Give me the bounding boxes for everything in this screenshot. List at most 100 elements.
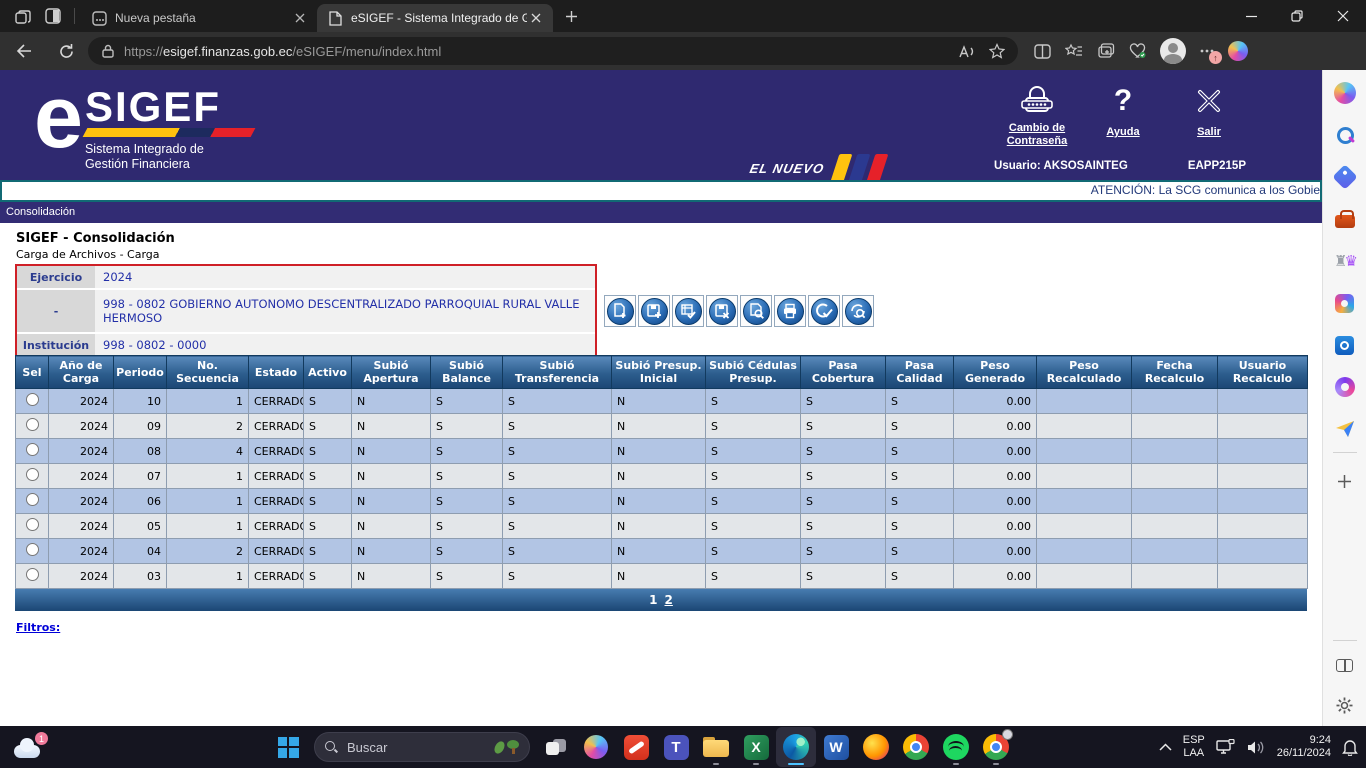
browser-tab-new[interactable]: Nueva pestaña: [81, 4, 317, 32]
games-icon[interactable]: ♜♛: [1330, 246, 1360, 276]
table-cell: 1: [166, 513, 249, 539]
search-icon[interactable]: [1330, 120, 1360, 150]
table-cell: S: [502, 513, 612, 539]
network-icon[interactable]: [1216, 738, 1236, 756]
table-cell: S: [705, 438, 801, 464]
pdf-app-icon[interactable]: [616, 727, 656, 767]
split-screen-icon[interactable]: [1026, 36, 1058, 66]
word-icon[interactable]: W: [816, 727, 856, 767]
validate-record-button[interactable]: [672, 295, 704, 327]
excel-icon[interactable]: X: [736, 727, 776, 767]
browser-essentials-icon[interactable]: [1122, 36, 1154, 66]
filters-link[interactable]: Filtros:: [16, 621, 60, 634]
browser-tab-esigef[interactable]: eSIGEF - Sistema Integrado de G: [317, 4, 553, 32]
restore-button[interactable]: [1274, 0, 1320, 32]
address-bar[interactable]: https://esigef.finanzas.gob.ec/eSIGEF/me…: [88, 37, 1018, 65]
taskbar-search[interactable]: Buscar: [314, 732, 530, 762]
table-cell: S: [303, 463, 352, 489]
favorite-star-icon[interactable]: [982, 38, 1012, 64]
teams-icon[interactable]: T: [656, 727, 696, 767]
esigef-logo: e SIGEF Sistema Integrado de Gestión Fin…: [34, 73, 256, 172]
designer-icon[interactable]: [1330, 372, 1360, 402]
row-select-radio[interactable]: [25, 443, 39, 456]
column-header: Subió Transferencia: [502, 355, 612, 389]
table-body: 2024 10 1 CERRADO S N S S N S S S 0.00 2024 09 2 CERRADO…: [15, 388, 1308, 589]
row-select-cell: [15, 538, 49, 564]
row-select-radio[interactable]: [25, 393, 39, 406]
row-select-cell: [15, 388, 49, 414]
save-record-button[interactable]: [638, 295, 670, 327]
edge-icon[interactable]: [776, 727, 816, 767]
chrome-icon[interactable]: [896, 727, 936, 767]
delete-record-button[interactable]: [706, 295, 738, 327]
chrome-profile-icon[interactable]: [976, 727, 1016, 767]
favorites-list-icon[interactable]: [1058, 36, 1090, 66]
workspaces-icon[interactable]: [8, 3, 38, 29]
drop-icon[interactable]: [1330, 414, 1360, 444]
approve-button[interactable]: [808, 295, 840, 327]
row-select-radio[interactable]: [25, 543, 39, 556]
row-select-radio[interactable]: [25, 418, 39, 431]
copilot-icon[interactable]: [576, 727, 616, 767]
copilot-icon[interactable]: [1330, 78, 1360, 108]
menu-item-consolidacion[interactable]: Consolidación: [6, 206, 75, 218]
row-select-cell: [15, 563, 49, 589]
help-link[interactable]: ? Ayuda: [1080, 80, 1166, 149]
language-indicator[interactable]: ESP LAA: [1183, 734, 1205, 760]
start-button[interactable]: [268, 727, 308, 767]
toolbox-icon[interactable]: [1330, 204, 1360, 234]
view-record-button[interactable]: [740, 295, 772, 327]
split-screen-icon[interactable]: [1330, 650, 1360, 680]
table-cell: S: [502, 463, 612, 489]
notification-bell-icon[interactable]: [1342, 739, 1358, 756]
profile-avatar[interactable]: [1160, 38, 1186, 64]
table-cell: 2024: [48, 438, 114, 464]
exit-link[interactable]: Salir: [1166, 80, 1252, 149]
minimize-button[interactable]: [1228, 0, 1274, 32]
row-select-radio[interactable]: [25, 468, 39, 481]
tab-close-icon[interactable]: [527, 9, 545, 27]
clock[interactable]: 9:24 26/11/2024: [1277, 734, 1331, 760]
firefox-icon[interactable]: [856, 727, 896, 767]
row-select-radio[interactable]: [25, 493, 39, 506]
tab-actions-icon[interactable]: [38, 3, 68, 29]
tab-close-icon[interactable]: [291, 9, 309, 27]
collections-icon[interactable]: [1090, 36, 1122, 66]
task-view-icon[interactable]: [536, 727, 576, 767]
close-button[interactable]: [1320, 0, 1366, 32]
refresh-icon[interactable]: [50, 36, 82, 66]
copilot-icon[interactable]: [1222, 36, 1254, 66]
weather-icon[interactable]: 1: [14, 732, 48, 760]
page-number-link[interactable]: 2: [665, 593, 673, 607]
recalculate-button[interactable]: [842, 295, 874, 327]
page-number-current[interactable]: 1: [649, 593, 657, 607]
back-icon[interactable]: [8, 36, 40, 66]
spotify-icon[interactable]: [936, 727, 976, 767]
row-select-radio[interactable]: [25, 518, 39, 531]
table-cell: [1131, 488, 1218, 514]
new-record-button[interactable]: [604, 295, 636, 327]
save-record-icon: [640, 297, 668, 325]
main-area: e SIGEF Sistema Integrado de Gestión Fin…: [0, 70, 1366, 726]
new-tab-button[interactable]: [557, 2, 585, 30]
site-header: e SIGEF Sistema Integrado de Gestión Fin…: [0, 70, 1322, 180]
table-cell: S: [705, 488, 801, 514]
lock-icon[interactable]: [100, 44, 116, 58]
shopping-tag-icon[interactable]: [1330, 162, 1360, 192]
settings-gear-icon[interactable]: [1330, 690, 1360, 720]
table-cell: 2024: [48, 488, 114, 514]
more-menu-icon[interactable]: ↑: [1192, 38, 1222, 64]
row-select-radio[interactable]: [25, 568, 39, 581]
change-password-link[interactable]: Cambio de Contraseña: [994, 80, 1080, 149]
m365-icon[interactable]: [1330, 288, 1360, 318]
table-cell: S: [705, 563, 801, 589]
file-explorer-icon[interactable]: [696, 727, 736, 767]
outlook-icon[interactable]: [1330, 330, 1360, 360]
read-aloud-icon[interactable]: [952, 38, 982, 64]
add-icon[interactable]: [1330, 466, 1360, 496]
table-cell: S: [430, 513, 503, 539]
table-cell: S: [800, 513, 886, 539]
print-button[interactable]: [774, 295, 806, 327]
volume-icon[interactable]: [1247, 740, 1266, 755]
tray-chevron-icon[interactable]: [1159, 743, 1172, 751]
